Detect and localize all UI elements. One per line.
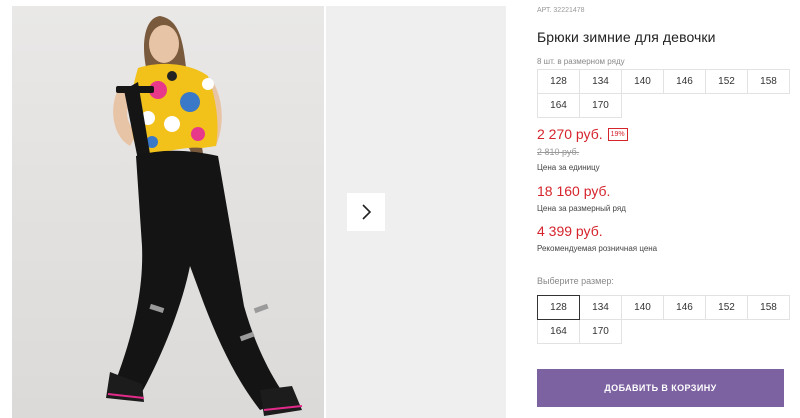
discount-badge: 19% xyxy=(607,127,628,141)
size-range-grid: 128 134 140 146 152 158 164 170 xyxy=(537,69,790,118)
size-range-cell: 146 xyxy=(663,69,706,94)
size-option[interactable]: 164 xyxy=(537,319,580,344)
product-info: АРТ. 32221478 Брюки зимние для девочки 8… xyxy=(537,0,800,418)
size-selector: 128 134 140 146 152 158 164 170 xyxy=(537,295,790,344)
chevron-right-icon xyxy=(362,204,372,220)
size-range-cell: 128 xyxy=(537,69,580,94)
product-photo[interactable] xyxy=(12,6,324,418)
size-option[interactable]: 134 xyxy=(579,295,622,320)
size-option[interactable]: 146 xyxy=(663,295,706,320)
size-option[interactable]: 170 xyxy=(579,319,622,344)
article-number: АРТ. 32221478 xyxy=(537,7,585,14)
size-range-cell: 134 xyxy=(579,69,622,94)
size-range-cell: 140 xyxy=(621,69,664,94)
girl-in-winter-pants-image xyxy=(106,16,303,416)
unit-price-label: Цена за единицу xyxy=(537,163,600,172)
retail-price-label: Рекомендуемая розничная цена xyxy=(537,244,658,253)
product-gallery xyxy=(0,0,510,418)
retail-price: 4 399 руб. xyxy=(537,223,603,239)
size-option[interactable]: 140 xyxy=(621,295,664,320)
size-range-cell: 170 xyxy=(579,93,622,118)
size-range-note: 8 шт. в размерном ряду xyxy=(537,57,625,66)
size-option[interactable]: 158 xyxy=(747,295,790,320)
size-option[interactable]: 152 xyxy=(705,295,748,320)
price-row: 2 270 руб. 19% xyxy=(537,126,628,142)
size-range-cell: 158 xyxy=(747,69,790,94)
old-price: 2 810 руб. xyxy=(537,147,580,157)
current-price: 2 270 руб. xyxy=(537,126,603,142)
product-title: Брюки зимние для девочки xyxy=(537,29,716,45)
series-price-label: Цена за размерный ряд xyxy=(537,204,626,213)
next-image-button[interactable] xyxy=(347,193,385,231)
size-option-selected[interactable]: 128 xyxy=(537,295,580,320)
size-range-cell: 152 xyxy=(705,69,748,94)
series-price: 18 160 руб. xyxy=(537,183,611,199)
choose-size-label: Выберите размер: xyxy=(537,276,614,286)
size-range-cell: 164 xyxy=(537,93,580,118)
add-to-cart-button[interactable]: ДОБАВИТЬ В КОРЗИНУ xyxy=(537,369,784,407)
